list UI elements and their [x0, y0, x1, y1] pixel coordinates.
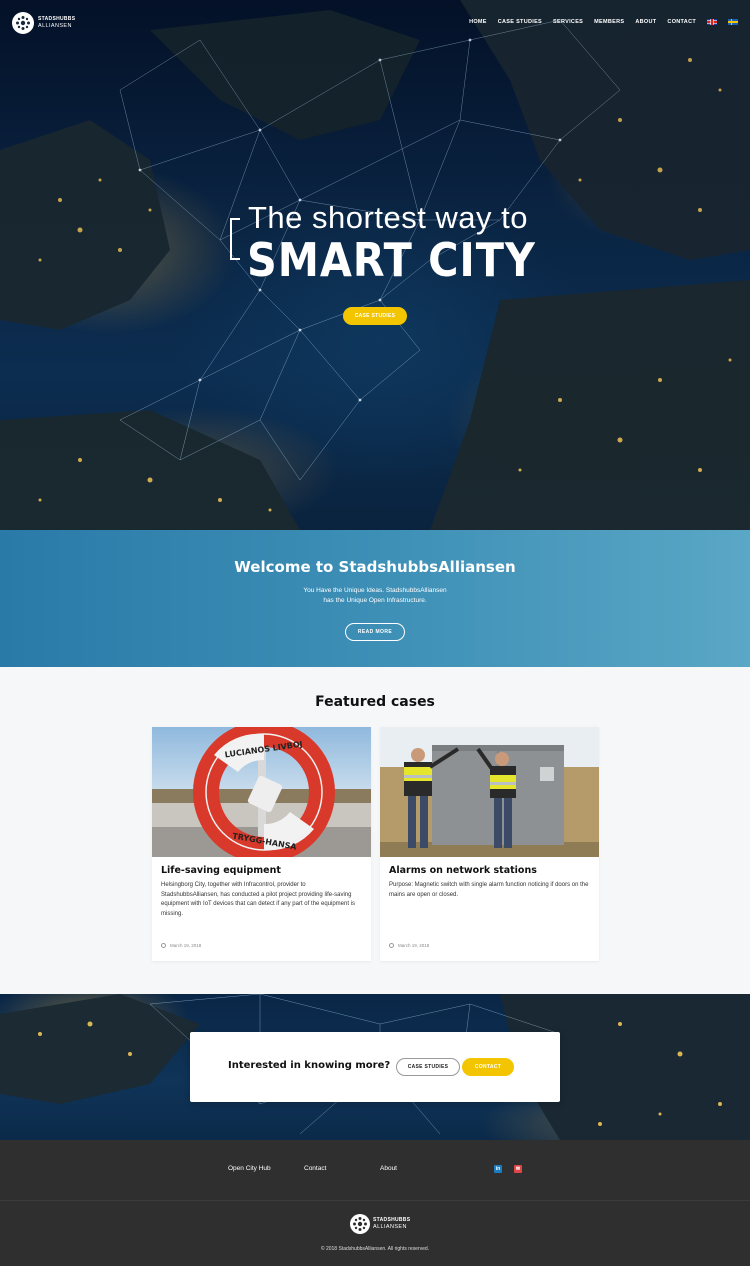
copyright-text: © 2018 StadshubbsAlliansen. All rights r…: [320, 1246, 430, 1252]
nav-contact[interactable]: CONTACT: [667, 19, 696, 25]
featured-cases-title: Featured cases: [315, 694, 435, 710]
card-date: March 19, 2018: [389, 943, 429, 948]
footer-logo-wordmark: STADSHUBBS ALLIANSEN: [373, 1217, 410, 1231]
nav-members[interactable]: MEMBERS: [594, 19, 624, 25]
footer-links-bar: Open City Hub Contact About in ✉: [0, 1140, 750, 1201]
hero-line2: SMART CITY: [247, 233, 536, 287]
case-card[interactable]: Alarms on network stations Purpose: Magn…: [380, 727, 599, 961]
uk-flag-icon[interactable]: [707, 19, 717, 25]
card-title[interactable]: Life-saving equipment: [161, 865, 281, 876]
nav-about[interactable]: ABOUT: [635, 19, 656, 25]
hero-line1: The shortest way to: [248, 200, 529, 235]
welcome-title: Welcome to StadshubbsAlliansen: [234, 558, 516, 576]
logo-star-icon: [12, 12, 34, 34]
case-card[interactable]: LUCIANOS LIVBOJ TRYGG-HANSA Life-saving …: [152, 727, 371, 961]
card-date: March 19, 2018: [161, 943, 201, 948]
footer-logo-line1: STADSHUBBS: [373, 1217, 411, 1223]
swedish-flag-icon[interactable]: [728, 19, 738, 25]
logo-line1: STADSHUBBS: [38, 16, 76, 22]
cta-box: Interested in knowing more? CASE STUDIES…: [190, 1032, 560, 1102]
welcome-section: Welcome to StadshubbsAlliansen You Have …: [0, 530, 750, 667]
main-nav: HOME CASE STUDIES SERVICES MEMBERS ABOUT…: [469, 19, 738, 25]
footer-logo[interactable]: STADSHUBBS ALLIANSEN: [350, 1214, 410, 1234]
welcome-text-line1: You Have the Unique Ideas. StadshubbsAll…: [303, 587, 447, 594]
card-date-text: March 19, 2018: [170, 943, 202, 948]
card-excerpt: Helsingborg City, together with Infracon…: [161, 882, 356, 917]
lifebuoy-image: LUCIANOS LIVBOJ TRYGG-HANSA: [152, 727, 371, 857]
card-excerpt: Purpose: Magnetic switch with single ala…: [389, 882, 589, 898]
nav-home[interactable]: HOME: [469, 19, 487, 25]
logo-star-icon: [350, 1214, 370, 1234]
footer-link-about[interactable]: About: [380, 1165, 397, 1172]
clock-icon: [161, 943, 166, 948]
hero-case-studies-button[interactable]: CASE STUDIES: [343, 307, 407, 325]
card-date-text: March 19, 2018: [398, 943, 430, 948]
welcome-text-line2: has the Unique Open Infrastructure.: [323, 597, 427, 604]
mail-icon[interactable]: ✉: [514, 1165, 522, 1173]
clock-icon: [389, 943, 394, 948]
site-logo[interactable]: STADSHUBBS ALLIANSEN: [12, 12, 75, 34]
footer-link-contact[interactable]: Contact: [304, 1165, 326, 1172]
logo-wordmark: STADSHUBBS ALLIANSEN: [38, 16, 75, 30]
bracket-decoration: [230, 218, 240, 260]
nav-services[interactable]: SERVICES: [553, 19, 583, 25]
network-station-image: [380, 727, 599, 857]
logo-line2: ALLIANSEN: [38, 23, 72, 29]
cta-section: Interested in knowing more? CASE STUDIES…: [0, 994, 750, 1140]
read-more-button[interactable]: READ MORE: [345, 623, 405, 641]
cta-contact-button[interactable]: CONTACT: [462, 1058, 514, 1076]
linkedin-icon[interactable]: in: [494, 1165, 502, 1173]
hero-section: STADSHUBBS ALLIANSEN HOME CASE STUDIES S…: [0, 0, 750, 530]
nav-case-studies[interactable]: CASE STUDIES: [498, 19, 542, 25]
cta-case-studies-button[interactable]: CASE STUDIES: [396, 1058, 460, 1076]
footer-logo-line2: ALLIANSEN: [373, 1224, 407, 1230]
card-title[interactable]: Alarms on network stations: [389, 865, 537, 876]
footer-bottom: STADSHUBBS ALLIANSEN © 2018 StadshubbsAl…: [0, 1201, 750, 1266]
cta-text: Interested in knowing more?: [228, 1060, 391, 1071]
footer-link-open-city-hub[interactable]: Open City Hub: [228, 1165, 271, 1172]
